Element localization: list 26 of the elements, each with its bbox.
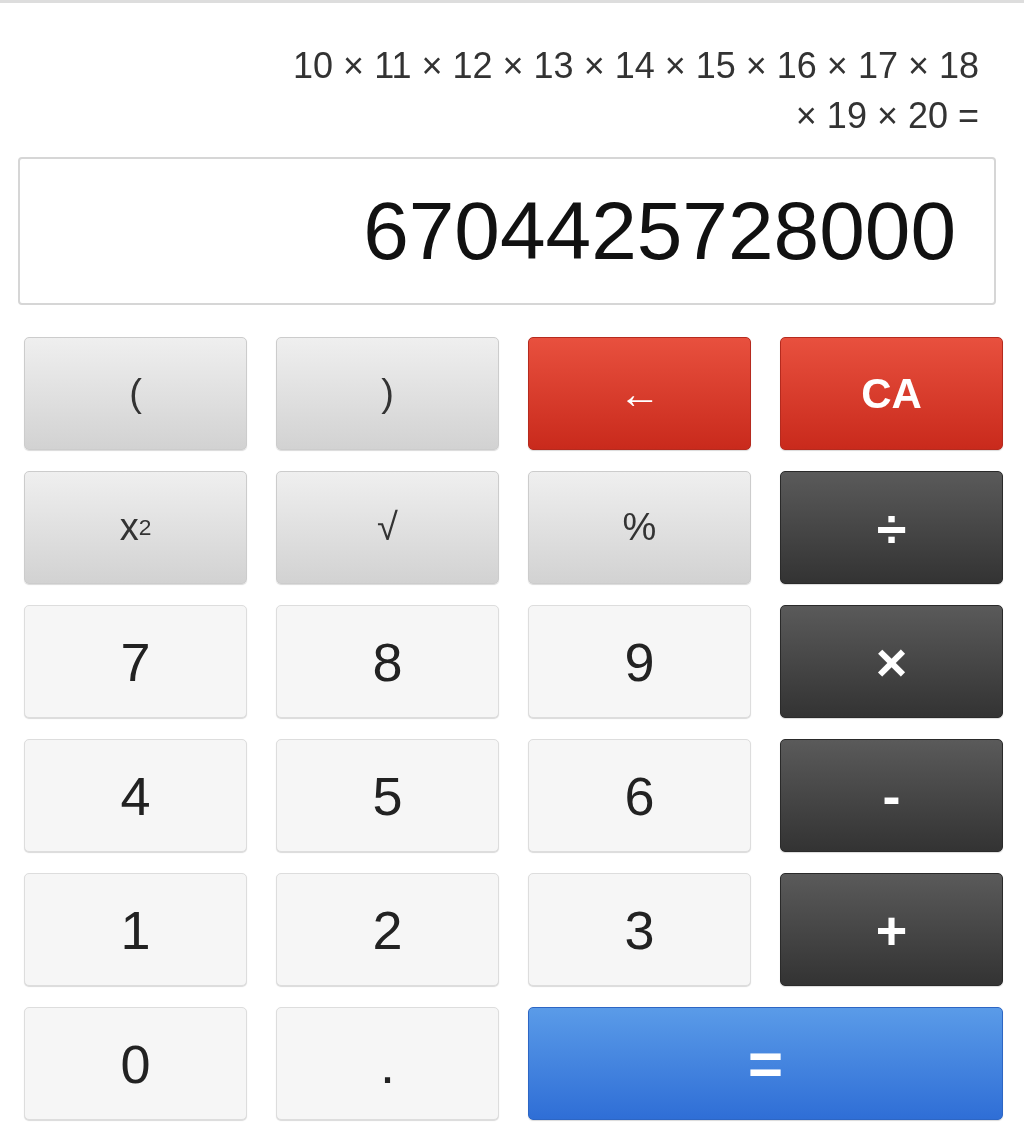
digit-key[interactable]: 5 bbox=[276, 739, 499, 852]
digit-key[interactable]: 1 bbox=[24, 873, 247, 986]
function-key[interactable]: ) bbox=[276, 337, 499, 450]
digit-key[interactable]: 9 bbox=[528, 605, 751, 718]
clear-key[interactable]: CA bbox=[780, 337, 1003, 450]
expression-text: 10 × 11 × 12 × 13 × 14 × 15 × 16 × 17 × 18 bbox=[293, 44, 979, 88]
digit-key[interactable]: 6 bbox=[528, 739, 751, 852]
digit-key[interactable]: 7 bbox=[24, 605, 247, 718]
function-key[interactable]: % bbox=[528, 471, 751, 584]
function-key[interactable]: √ bbox=[276, 471, 499, 584]
operator-key[interactable]: - bbox=[780, 739, 1003, 852]
equals-key[interactable]: = bbox=[528, 1007, 1003, 1120]
digit-key[interactable]: 8 bbox=[276, 605, 499, 718]
operator-key[interactable]: × bbox=[780, 605, 1003, 718]
digit-key[interactable]: . bbox=[276, 1007, 499, 1120]
operator-key[interactable]: ÷ bbox=[780, 471, 1003, 584]
expression-text: × 19 × 20 = bbox=[795, 94, 979, 138]
function-key[interactable]: x$^{2}$ bbox=[24, 471, 247, 584]
digit-key[interactable]: 4 bbox=[24, 739, 247, 852]
digit-key[interactable]: 0 bbox=[24, 1007, 247, 1120]
function-key[interactable]: ( bbox=[24, 337, 247, 450]
digit-key[interactable]: 2 bbox=[276, 873, 499, 986]
digit-key[interactable]: 3 bbox=[528, 873, 751, 986]
clear-key[interactable]: ← bbox=[528, 337, 751, 450]
operator-key[interactable]: + bbox=[780, 873, 1003, 986]
result-display: 6704425728000 bbox=[18, 157, 996, 305]
